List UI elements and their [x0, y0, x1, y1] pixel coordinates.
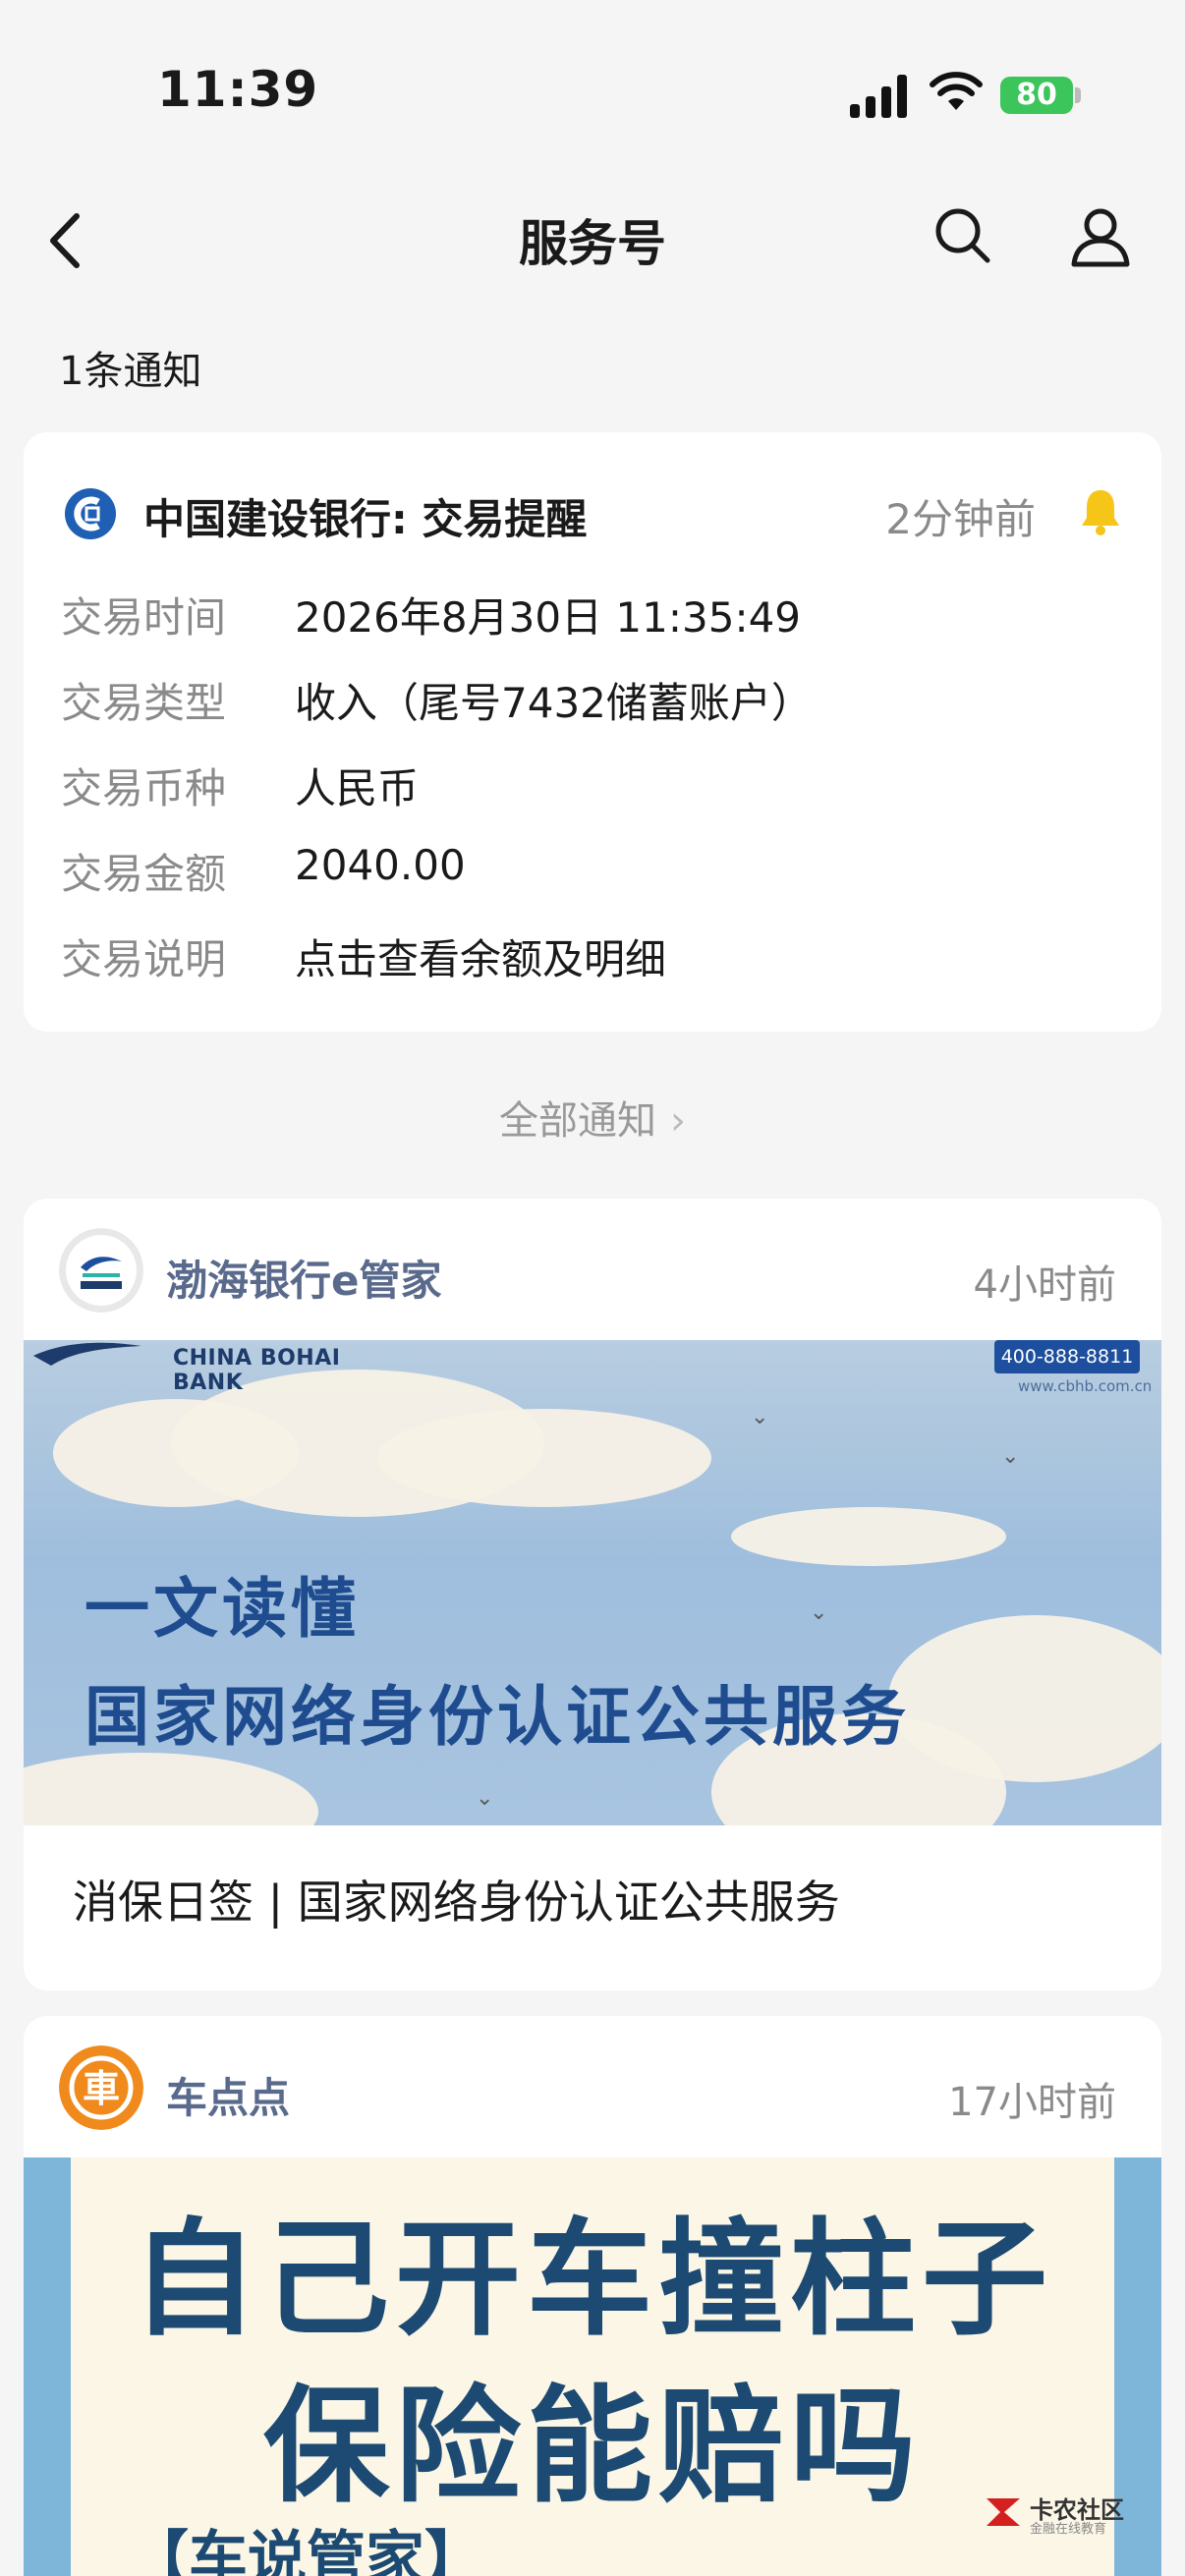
- cloud-shape: [24, 1753, 318, 1825]
- bird-icon: ⌄: [476, 1786, 494, 1811]
- banner-subheadline: 国家网络身份认证公共服务: [85, 1678, 910, 1755]
- bohai-logo-icon: [59, 1228, 143, 1313]
- bohai-avatar[interactable]: [59, 1228, 143, 1313]
- section-label: 1条通知: [59, 349, 202, 394]
- detail-label: 交易金额: [61, 850, 227, 898]
- battery-tip: [1075, 87, 1081, 103]
- car-logo-icon: 車: [59, 2045, 143, 2130]
- status-bar: 11:39 80: [0, 0, 1185, 187]
- watermark-logo-icon: [987, 2498, 1020, 2526]
- notification-time: 2分钟前: [885, 495, 1036, 543]
- service-time: 4小时前: [973, 1262, 1116, 1308]
- detail-label: 交易类型: [61, 679, 227, 727]
- service-card-bohai[interactable]: 渤海银行e管家 4小时前 CHINA BOHAI BANK 400-888-88…: [24, 1199, 1161, 1990]
- chevron-right-icon: ›: [670, 1098, 686, 1144]
- bohai-bank-logo: CHINA BOHAI BANK: [24, 1340, 417, 1395]
- status-time: 11:39: [157, 61, 319, 118]
- bank-website: www.cbhb.com.cn: [1018, 1377, 1153, 1395]
- banner-caption: 【车说管家】: [130, 2525, 483, 2576]
- bird-icon: ⌄: [751, 1405, 769, 1429]
- detail-value: 点击查看余额及明细: [295, 935, 667, 983]
- battery-icon: 80: [1000, 77, 1073, 114]
- detail-value: 2040.00: [295, 841, 466, 889]
- page-title: 服务号: [519, 215, 666, 272]
- service-name[interactable]: 车点点: [166, 2065, 290, 2125]
- banner-panel: 自己开车撞柱子 保险能赔吗 【车说管家】: [71, 2157, 1114, 2576]
- signal-icon: [850, 75, 909, 118]
- phone-badge: 400-888-8811: [994, 1340, 1140, 1373]
- search-icon[interactable]: [929, 201, 997, 270]
- banner-headline: 自己开车撞柱子: [131, 2207, 1053, 2353]
- banner-headline: 一文读懂: [85, 1570, 360, 1647]
- all-notices-link[interactable]: 全部通知 ›: [0, 1089, 1185, 1146]
- notification-title: 中国建设银行: 交易提醒: [143, 495, 588, 543]
- wifi-icon: [930, 72, 983, 110]
- svg-text:車: 車: [83, 2067, 120, 2110]
- ccb-logo-icon: [65, 488, 116, 539]
- service-time: 17小时前: [948, 2080, 1116, 2125]
- all-notices-label: 全部通知: [499, 1098, 656, 1144]
- car-avatar[interactable]: 車: [59, 2045, 143, 2130]
- detail-label: 交易时间: [61, 593, 227, 642]
- banner-subheadline: 保险能赔吗: [262, 2374, 922, 2520]
- watermark-subtext: 金融在线教育: [1030, 2522, 1107, 2537]
- article-banner[interactable]: CHINA BOHAI BANK 400-888-8811 www.cbhb.c…: [24, 1340, 1161, 1825]
- bell-icon: [1082, 490, 1119, 535]
- cloud-shape: [731, 1507, 1006, 1566]
- profile-icon[interactable]: [1066, 201, 1135, 270]
- bank-english-name: CHINA BOHAI BANK: [173, 1346, 341, 1395]
- nav-bar: 服务号: [0, 187, 1185, 305]
- bank-wave-logo: [33, 1342, 141, 1366]
- article-title[interactable]: 消保日签 | 国家网络身份认证公共服务: [73, 1867, 840, 1932]
- detail-value: 2026年8月30日 11:35:49: [295, 593, 802, 642]
- notification-card-ccb[interactable]: 中国建设银行: 交易提醒 2分钟前 交易时间 2026年8月30日 11:35:…: [24, 432, 1161, 1032]
- bird-icon: ⌄: [810, 1600, 828, 1625]
- bird-icon: ⌄: [1001, 1444, 1020, 1469]
- detail-label: 交易说明: [61, 935, 227, 983]
- watermark: 卡农社区 金融在线教育: [983, 2491, 1140, 2540]
- detail-label: 交易币种: [61, 764, 227, 812]
- detail-value: 收入（尾号7432储蓄账户）: [295, 679, 813, 727]
- cloud-shape: [377, 1409, 711, 1507]
- service-name[interactable]: 渤海银行e管家: [166, 1248, 442, 1308]
- detail-value: 人民币: [295, 764, 420, 812]
